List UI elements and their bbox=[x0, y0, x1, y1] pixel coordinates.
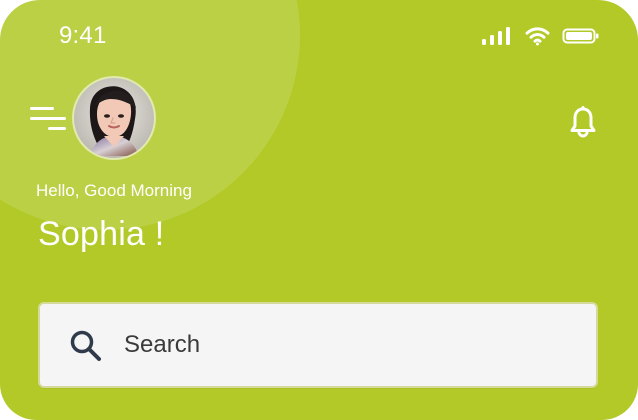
notification-button[interactable] bbox=[566, 106, 600, 140]
greeting-text: Hello, Good Morning bbox=[36, 181, 192, 200]
signal-bars-icon bbox=[481, 26, 513, 46]
search-input[interactable] bbox=[124, 325, 554, 365]
menu-line-short bbox=[30, 106, 54, 110]
menu-button[interactable] bbox=[30, 100, 72, 136]
mobile-home-header: 9:41 Hello, Good Morning Sophia ! Search bbox=[0, 0, 638, 420]
bell-icon bbox=[569, 106, 597, 140]
status-icons bbox=[481, 22, 600, 50]
search-box[interactable] bbox=[38, 302, 598, 388]
status-time: 9:41 bbox=[59, 22, 107, 49]
menu-line-short bbox=[48, 126, 66, 130]
search-icon bbox=[68, 328, 102, 362]
menu-line-long bbox=[30, 116, 66, 120]
header-row bbox=[30, 78, 608, 162]
status-bar: 9:41 bbox=[0, 0, 638, 72]
wifi-icon bbox=[525, 26, 550, 46]
battery-icon bbox=[562, 26, 600, 46]
avatar[interactable] bbox=[74, 78, 154, 158]
user-name: Sophia ! bbox=[38, 215, 165, 253]
